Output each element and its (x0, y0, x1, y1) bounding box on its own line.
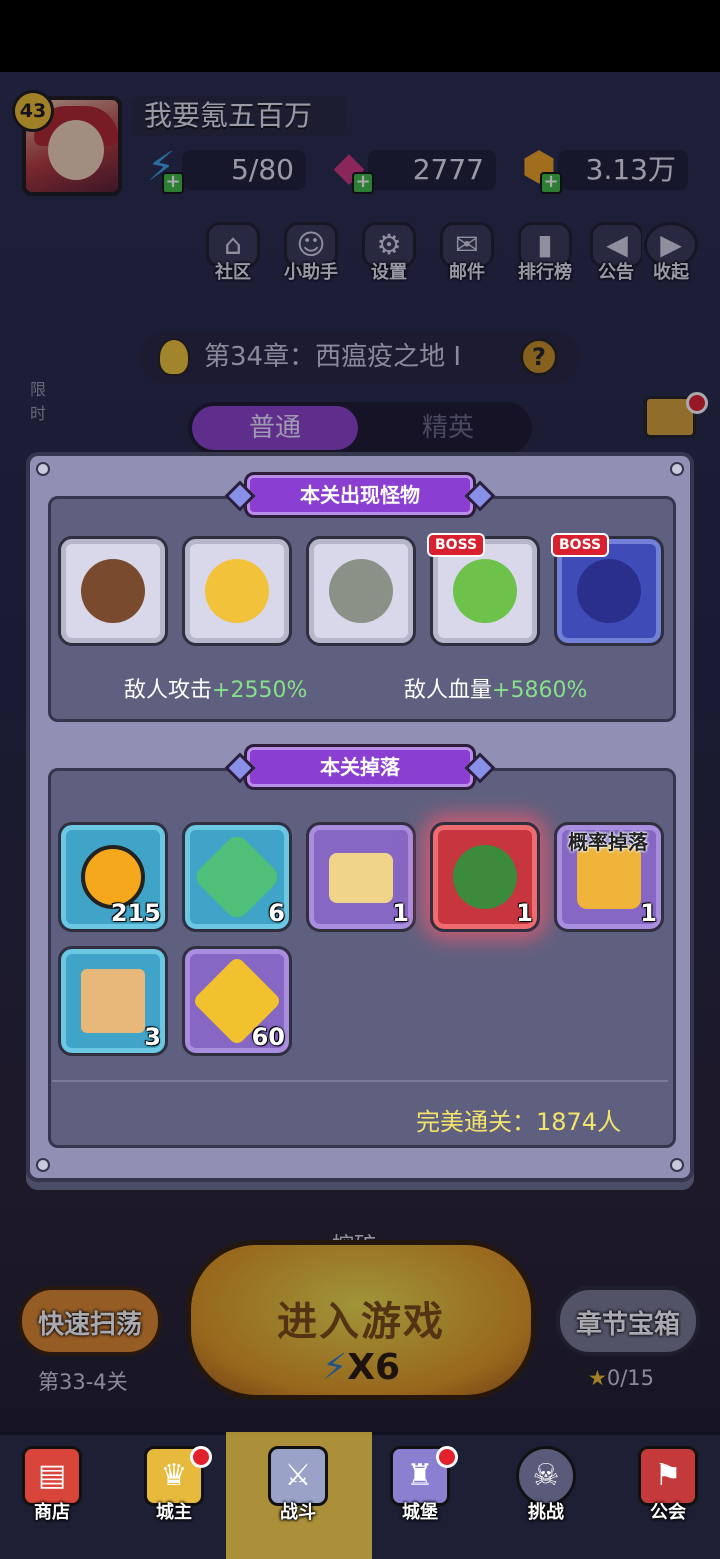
add-gems-button[interactable]: + (352, 172, 374, 194)
drop-item[interactable]: 60 (182, 946, 292, 1056)
enemy-hp-stat: 敌人血量+5860% (404, 678, 588, 703)
rivet (36, 462, 50, 476)
gift-pack-button[interactable] (640, 392, 720, 452)
green-slime-icon (453, 559, 517, 623)
boss-badge: BOSS (427, 533, 486, 557)
announcement-button[interactable]: ◀ 公告 (590, 222, 642, 292)
player-name: 我要氪五百万 (132, 96, 346, 136)
drop-item[interactable]: 6 (182, 822, 292, 932)
settings-button[interactable]: ⚙ 设置 (356, 222, 422, 292)
chapter-chest-button[interactable]: 章节宝箱 (556, 1286, 700, 1356)
lightning-icon: ⚡ (321, 1347, 348, 1388)
perfect-clear-count: 完美通关：1874人 (416, 1108, 622, 1136)
monsters-title: 本关出现怪物 (224, 472, 496, 518)
monster-slot[interactable]: BOSS (551, 533, 664, 646)
nav-castle[interactable]: ♜ 城堡 (370, 1446, 470, 1546)
mail-button[interactable]: ✉ 邮件 (434, 222, 500, 292)
stage-label: 第33-4关 (38, 1370, 128, 1394)
fire-spirit-icon (205, 559, 269, 623)
nav-lord[interactable]: ♛ 城主 (124, 1446, 224, 1546)
enter-game-button[interactable]: 进入游戏 ⚡X6 (186, 1240, 536, 1400)
probability-drop-label: 概率掉落 (568, 830, 648, 854)
guild-banner-icon: ⚑ (638, 1446, 698, 1506)
nav-guild[interactable]: ⚑ 公会 (618, 1446, 718, 1546)
rivet (36, 1158, 50, 1172)
assistant-button[interactable]: ☺ 小助手 (278, 222, 344, 292)
chapter-title: 第34章：西瘟疫之地 I (204, 342, 462, 372)
lightbulb-icon (158, 338, 190, 376)
rivet (670, 462, 684, 476)
mystery-scroll-icon (81, 969, 145, 1033)
avatar-face (48, 120, 104, 180)
horned-demon-icon (577, 559, 641, 623)
energy-value: 5/80 (182, 150, 306, 190)
add-gold-button[interactable]: + (540, 172, 562, 194)
notification-dot (436, 1446, 458, 1468)
add-energy-button[interactable]: + (162, 172, 184, 194)
rivet (670, 1158, 684, 1172)
drop-item[interactable]: 3 (58, 946, 168, 1056)
star-icon: ★ (588, 1366, 607, 1390)
rock-golem-icon (329, 559, 393, 623)
drops-title: 本关掉落 (224, 744, 496, 790)
monster-slot[interactable] (306, 536, 416, 646)
star-progress: ★0/15 (588, 1366, 654, 1390)
enter-game-label: 进入游戏 (277, 1299, 445, 1345)
monster-slot[interactable]: BOSS (427, 533, 540, 646)
tab-normal[interactable]: 普通 (192, 406, 358, 450)
player-level-badge: 43 (12, 90, 54, 132)
chapter-bar: 第34章：西瘟疫之地 I ? (140, 330, 580, 384)
ticket-icon (329, 853, 393, 903)
limited-label: 限时 (30, 380, 47, 423)
drop-item[interactable]: 215 (58, 822, 168, 932)
gem-value: 2777 (368, 150, 496, 190)
nav-shop[interactable]: ▤ 商店 (2, 1446, 102, 1546)
drop-item[interactable]: 1 (306, 822, 416, 932)
community-button[interactable]: ⌂ 社区 (200, 222, 266, 292)
demon-mask-icon: ☠ (516, 1446, 576, 1506)
boss-badge: BOSS (551, 533, 610, 557)
divider (52, 1080, 668, 1082)
energy-cost: ⚡X6 (321, 1347, 401, 1388)
nav-challenge[interactable]: ☠ 挑战 (496, 1446, 596, 1546)
crossed-swords-icon: ⚔ (268, 1446, 328, 1506)
collapse-button[interactable]: ▶ 收起 (638, 222, 704, 292)
notification-dot (190, 1446, 212, 1468)
game-screen: 43 我要氪五百万 5/80 ⚡ + 2777 ◆ + 3.13万 ⬢ + ⌂ 社… (0, 0, 720, 1559)
nav-battle[interactable]: ⚔ 战斗 (248, 1446, 348, 1546)
difficulty-tabs: 普通 精英 (188, 402, 532, 454)
drop-item[interactable]: 1 (430, 822, 540, 932)
notification-dot (686, 392, 708, 414)
mystery-gem-bag-icon (453, 845, 517, 909)
monster-slot[interactable] (58, 536, 168, 646)
tab-elite[interactable]: 精英 (368, 406, 528, 450)
quick-sweep-button[interactable]: 快速扫荡 (18, 1286, 162, 1356)
monster-slot[interactable] (182, 536, 292, 646)
gold-value: 3.13万 (558, 150, 688, 190)
enemy-attack-stat: 敌人攻击+2550% (124, 678, 308, 703)
leaderboard-button[interactable]: ▮ 排行榜 (512, 222, 578, 292)
shop-icon: ▤ (22, 1446, 82, 1506)
help-icon[interactable]: ? (520, 338, 558, 376)
boar-icon (81, 559, 145, 623)
status-bar (0, 0, 720, 72)
